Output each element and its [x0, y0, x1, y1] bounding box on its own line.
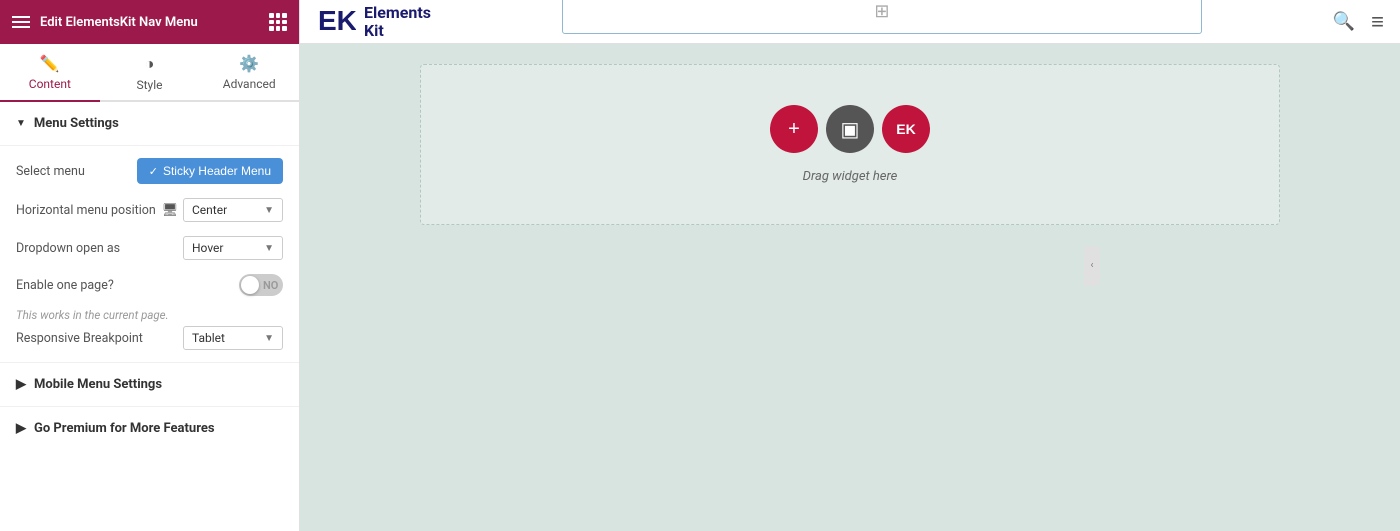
search-button[interactable]: 🔍	[1333, 11, 1355, 32]
select-menu-value: Sticky Header Menu	[163, 164, 271, 178]
tab-content-label: Content	[29, 77, 71, 91]
horizontal-position-label-group: Horizontal menu position 🖥	[16, 203, 178, 218]
tab-advanced-label: Advanced	[223, 77, 276, 91]
horizontal-position-value: Center	[192, 203, 227, 217]
menu-settings-header[interactable]: ▼ Menu Settings	[0, 102, 299, 146]
dropdown-open-arrow-icon: ▼	[264, 243, 274, 254]
select-menu-row: Select menu ✓ Sticky Header Menu	[16, 158, 283, 184]
dropdown-open-label: Dropdown open as	[16, 241, 120, 256]
select-menu-label: Select menu	[16, 164, 85, 179]
responsive-breakpoint-label: Responsive Breakpoint	[16, 331, 143, 346]
horizontal-position-arrow-icon: ▼	[264, 205, 274, 216]
folder-widget-button[interactable]: ▣	[826, 105, 874, 153]
tab-content[interactable]: ✏️ Content	[0, 44, 100, 102]
enable-one-page-label: Enable one page?	[16, 278, 114, 293]
logo-area: EK Elements Kit	[316, 2, 431, 42]
tab-advanced[interactable]: ⚙️ Advanced	[199, 44, 299, 102]
mobile-menu-settings-header[interactable]: ▶ Mobile Menu Settings	[0, 362, 299, 406]
ek-widget-button[interactable]: EK	[882, 105, 930, 153]
tab-style[interactable]: ◑ Style	[100, 44, 200, 102]
right-icons: 🔍 ≡	[1333, 9, 1384, 35]
right-toolbar: EK Elements Kit ⊞ 🔍 ≡	[300, 0, 1400, 44]
tabs-bar: ✏️ Content ◑ Style ⚙️ Advanced	[0, 44, 299, 102]
mobile-menu-settings-label: Mobile Menu Settings	[34, 377, 162, 392]
one-page-helper-text: This works in the current page.	[0, 308, 299, 326]
form-area: Select menu ✓ Sticky Header Menu Horizon…	[0, 146, 299, 308]
responsive-breakpoint-row: Responsive Breakpoint Tablet ▼	[0, 326, 299, 362]
ek-widget-icon: EK	[896, 121, 915, 137]
logo-kit: Kit	[364, 22, 431, 40]
top-bar-title: Edit ElementsKit Nav Menu	[40, 15, 198, 30]
add-widget-button[interactable]: +	[770, 105, 818, 153]
left-panel: Edit ElementsKit Nav Menu ✏️ Content ◑ S…	[0, 0, 300, 531]
dropdown-open-value: Hover	[192, 241, 223, 255]
grid-icon[interactable]	[269, 13, 287, 31]
svg-text:EK: EK	[318, 5, 356, 36]
hamburger-icon[interactable]	[12, 16, 30, 28]
widget-drop-area: + ▣ EK Drag widget here	[420, 64, 1280, 225]
premium-features-label: Go Premium for More Features	[34, 421, 215, 436]
enable-one-page-toggle[interactable]: NO	[239, 274, 283, 296]
responsive-breakpoint-arrow-icon: ▼	[264, 333, 274, 344]
collapse-handle[interactable]: ‹	[1084, 246, 1100, 286]
style-tab-icon: ◑	[145, 54, 155, 74]
content-tab-icon: ✏️	[40, 54, 60, 73]
tab-style-label: Style	[137, 78, 163, 92]
checkmark-icon: ✓	[149, 165, 158, 178]
horizontal-position-dropdown[interactable]: Center ▼	[183, 198, 283, 222]
responsive-breakpoint-dropdown[interactable]: Tablet ▼	[183, 326, 283, 350]
premium-features-chevron: ▶	[16, 421, 26, 436]
search-icon: 🔍	[1333, 11, 1355, 31]
folder-icon: ▣	[841, 117, 860, 142]
horizontal-position-row: Horizontal menu position 🖥 Center ▼	[16, 198, 283, 222]
ek-logo-svg: EK	[316, 2, 356, 42]
ek-logo: EK	[316, 2, 356, 42]
dropdown-open-row: Dropdown open as Hover ▼	[16, 236, 283, 260]
top-bar: Edit ElementsKit Nav Menu	[0, 0, 299, 44]
canvas-top-box: ⊞	[562, 0, 1202, 34]
widget-buttons: + ▣ EK	[770, 105, 930, 153]
monitor-icon: 🖥	[162, 203, 179, 218]
advanced-tab-icon: ⚙️	[239, 54, 259, 73]
enable-one-page-toggle-container: NO	[239, 274, 283, 296]
canvas-table-icon: ⊞	[874, 1, 889, 22]
canvas-wrapper: + ▣ EK Drag widget here	[300, 44, 1400, 531]
menu-settings-title: Menu Settings	[34, 116, 119, 131]
mobile-menu-settings-chevron: ▶	[16, 377, 26, 392]
toggle-knob	[241, 276, 259, 294]
right-area: EK Elements Kit ⊞ 🔍 ≡	[300, 0, 1400, 531]
drag-widget-text: Drag widget here	[803, 169, 898, 184]
responsive-breakpoint-value: Tablet	[192, 331, 225, 345]
enable-one-page-row: Enable one page? NO	[16, 274, 283, 296]
toggle-no-label: NO	[263, 279, 278, 292]
premium-features-header[interactable]: ▶ Go Premium for More Features	[0, 406, 299, 450]
logo-elements: Elements	[364, 4, 431, 22]
menu-button[interactable]: ≡	[1371, 9, 1384, 35]
select-menu-button[interactable]: ✓ Sticky Header Menu	[137, 158, 283, 184]
main-content: ‹ EK Elements Kit ⊞	[300, 0, 1400, 531]
dropdown-open-dropdown[interactable]: Hover ▼	[183, 236, 283, 260]
menu-settings-chevron: ▼	[16, 118, 26, 129]
hamburger-menu-icon: ≡	[1371, 9, 1384, 34]
logo-text: Elements Kit	[364, 4, 431, 39]
horizontal-position-label: Horizontal menu position	[16, 203, 156, 218]
